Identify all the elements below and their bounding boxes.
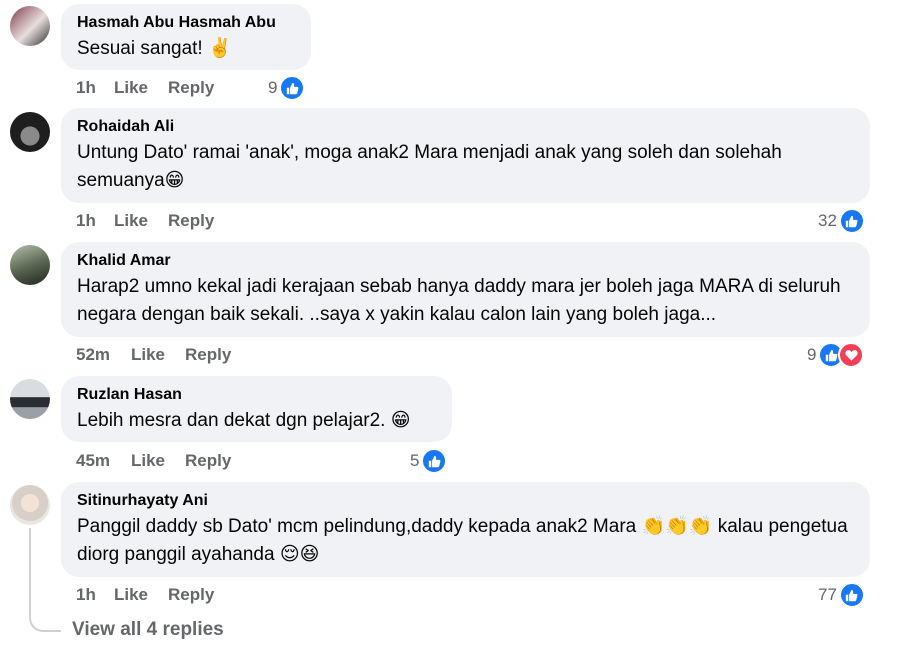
reaction-summary[interactable]: 5 <box>410 448 448 474</box>
comment-timestamp[interactable]: 52m <box>76 345 131 365</box>
comment-actions: 1h Like Reply <box>76 78 214 98</box>
like-reaction-icon <box>838 208 865 234</box>
comment-text: Untung Dato' ramai 'anak', moga anak2 Ma… <box>77 142 782 191</box>
like-button[interactable]: Like <box>114 211 168 231</box>
reaction-count: 32 <box>818 211 837 230</box>
reply-thread-line <box>29 528 31 598</box>
comment-timestamp[interactable]: 45m <box>76 451 131 471</box>
comment-bubble: Hasmah Abu Hasmah Abu Sesuai sangat! ✌️ <box>61 4 311 70</box>
comment-actions: 52m Like Reply <box>76 345 231 365</box>
like-button[interactable]: Like <box>131 345 185 365</box>
like-button[interactable]: Like <box>114 585 168 605</box>
reaction-summary[interactable]: 32 <box>818 208 865 234</box>
reaction-count: 9 <box>807 345 817 364</box>
comment-author[interactable]: Hasmah Abu Hasmah Abu <box>77 12 295 33</box>
comment-text: Lebih mesra dan dekat dgn pelajar2. 😁 <box>77 410 411 431</box>
comment-timestamp[interactable]: 1h <box>76 78 114 98</box>
comment-bubble: Ruzlan Hasan Lebih mesra dan dekat dgn p… <box>61 376 452 442</box>
comment-text: Sesuai sangat! ✌️ <box>77 38 232 59</box>
reply-button[interactable]: Reply <box>185 345 231 365</box>
comment-bubble: Rohaidah Ali Untung Dato' ramai 'anak', … <box>61 108 870 203</box>
like-reaction-icon <box>279 75 306 101</box>
comment-text: Panggil daddy sb Dato' mcm pelindung,dad… <box>77 516 848 565</box>
avatar[interactable] <box>10 6 50 46</box>
love-reaction-icon <box>838 342 865 368</box>
comment-timestamp[interactable]: 1h <box>76 211 114 231</box>
like-button[interactable]: Like <box>131 451 185 471</box>
comment-timestamp[interactable]: 1h <box>76 585 114 605</box>
comment-text: Harap2 umno kekal jadi kerajaan sebab ha… <box>77 276 841 325</box>
reply-button[interactable]: Reply <box>168 211 214 231</box>
avatar[interactable] <box>10 245 50 285</box>
comment-actions: 1h Like Reply <box>76 585 214 605</box>
reaction-count: 9 <box>268 78 278 97</box>
view-replies-link[interactable]: View all 4 replies <box>72 619 224 641</box>
comment-actions: 1h Like Reply <box>76 211 214 231</box>
reaction-summary[interactable]: 77 <box>818 582 865 608</box>
comment-bubble: Khalid Amar Harap2 umno kekal jadi keraj… <box>61 242 870 337</box>
comment-actions: 45m Like Reply <box>76 451 231 471</box>
reply-button[interactable]: Reply <box>168 78 214 98</box>
reaction-summary[interactable]: 9 <box>268 75 306 101</box>
comment-bubble: Sitinurhayaty Ani Panggil daddy sb Dato'… <box>61 482 870 577</box>
like-reaction-icon <box>421 448 448 474</box>
reply-thread-connector <box>29 596 61 632</box>
like-button[interactable]: Like <box>114 78 168 98</box>
avatar[interactable] <box>10 112 50 152</box>
reply-button[interactable]: Reply <box>168 585 214 605</box>
avatar[interactable] <box>10 485 50 525</box>
like-reaction-icon <box>838 582 865 608</box>
comment-author[interactable]: Sitinurhayaty Ani <box>77 490 854 511</box>
reaction-count: 77 <box>818 585 837 604</box>
reply-button[interactable]: Reply <box>185 451 231 471</box>
comment-author[interactable]: Ruzlan Hasan <box>77 384 436 405</box>
reaction-count: 5 <box>410 451 420 470</box>
comment-author[interactable]: Rohaidah Ali <box>77 116 854 137</box>
reaction-summary[interactable]: 9 <box>807 342 865 368</box>
avatar[interactable] <box>10 379 50 419</box>
comment-author[interactable]: Khalid Amar <box>77 250 854 271</box>
